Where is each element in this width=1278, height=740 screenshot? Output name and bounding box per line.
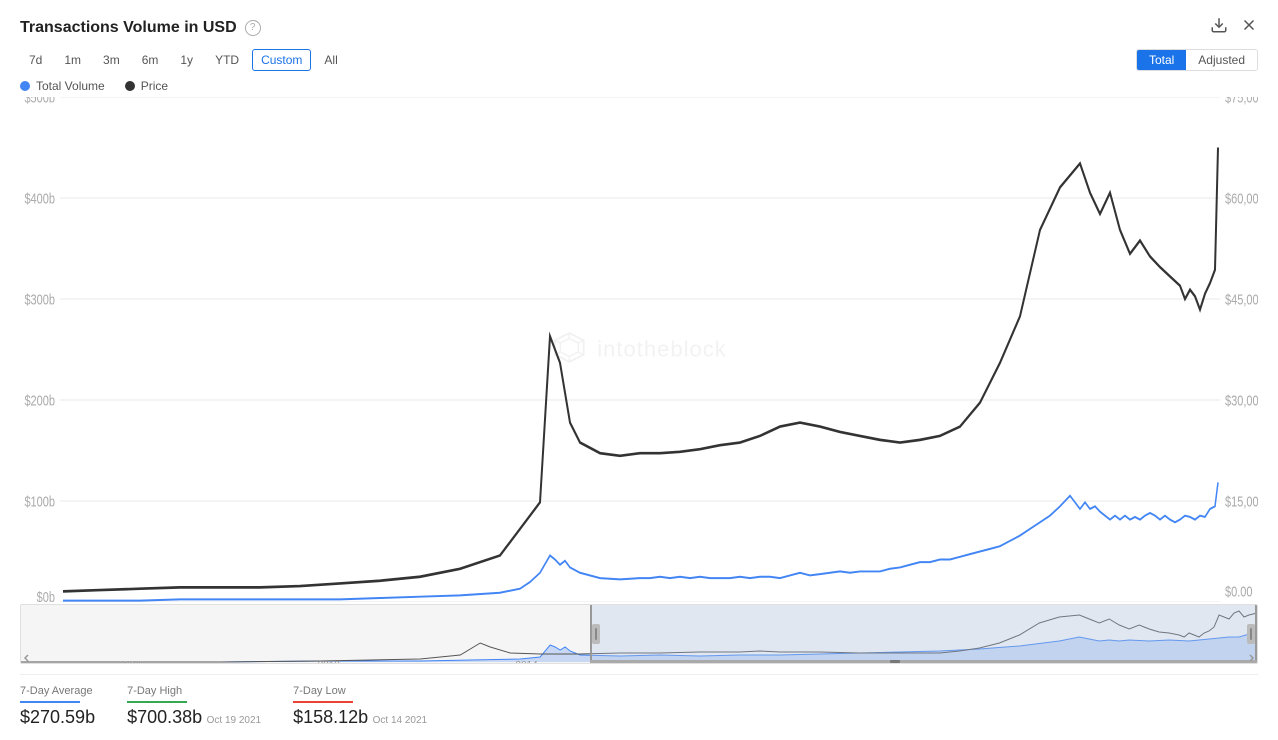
stat-high-value: $700.38b Oct 19 2021 [127, 707, 261, 728]
chart-area: intotheblock $500b $400b $300b $200b $10… [20, 97, 1258, 602]
stat-high-amount: $700.38b [127, 707, 202, 727]
filter-ytd[interactable]: YTD [206, 49, 248, 71]
stat-7day-low: 7-Day Low $158.12b Oct 14 2021 [293, 685, 427, 728]
stat-avg-label: 7-Day Average [20, 685, 95, 697]
svg-text:$0.00: $0.00 [1225, 583, 1253, 600]
svg-text:$15,000.00: $15,000.00 [1225, 493, 1258, 510]
filter-all[interactable]: All [315, 49, 346, 71]
svg-text:$500b: $500b [24, 97, 55, 106]
minimap-scrollbar[interactable] [590, 660, 1257, 663]
svg-text:$75,000.00: $75,000.00 [1225, 97, 1258, 106]
legend: Total Volume Price [20, 79, 1258, 93]
svg-text:$200b: $200b [24, 392, 55, 409]
time-filters: 7d 1m 3m 6m 1y YTD Custom All [20, 49, 347, 71]
scroll-right[interactable] [1245, 653, 1257, 663]
filter-1y[interactable]: 1y [171, 49, 202, 71]
header: Transactions Volume in USD ? [20, 16, 1258, 39]
help-icon[interactable]: ? [245, 20, 261, 36]
svg-text:$0b: $0b [37, 588, 55, 602]
view-total[interactable]: Total [1137, 50, 1186, 70]
stat-low-amount: $158.12b [293, 707, 368, 727]
svg-text:$30,000.00: $30,000.00 [1225, 392, 1258, 409]
svg-text:$60,000.00: $60,000.00 [1225, 190, 1258, 207]
minimap-scroll-handle[interactable] [890, 660, 900, 663]
stat-high-line [127, 701, 187, 703]
view-toggle: Total Adjusted [1136, 49, 1258, 71]
legend-dot-volume [20, 81, 30, 91]
main-chart: $500b $400b $300b $200b $100b $0b $75,00… [20, 97, 1258, 602]
legend-label-volume: Total Volume [36, 79, 105, 93]
filter-3m[interactable]: 3m [94, 49, 129, 71]
svg-text:$100b: $100b [24, 493, 55, 510]
title-area: Transactions Volume in USD ? [20, 19, 261, 37]
filter-1m[interactable]: 1m [55, 49, 90, 71]
stat-avg-line [20, 701, 80, 703]
filter-6m[interactable]: 6m [133, 49, 168, 71]
header-actions [1210, 16, 1258, 39]
stat-avg-value: $270.59b [20, 707, 95, 728]
filter-custom[interactable]: Custom [252, 49, 311, 71]
svg-text:$45,000.00: $45,000.00 [1225, 291, 1258, 308]
view-adjusted[interactable]: Adjusted [1186, 50, 1257, 70]
stat-7day-high: 7-Day High $700.38b Oct 19 2021 [127, 685, 261, 728]
legend-total-volume: Total Volume [20, 79, 105, 93]
legend-price: Price [125, 79, 168, 93]
stat-low-date: Oct 14 2021 [373, 715, 427, 726]
stat-low-line [293, 701, 353, 703]
page-title: Transactions Volume in USD [20, 19, 237, 37]
filter-7d[interactable]: 7d [20, 49, 51, 71]
download-button[interactable] [1210, 16, 1228, 39]
toolbar: 7d 1m 3m 6m 1y YTD Custom All Total Adju… [20, 49, 1258, 71]
stats-bar: 7-Day Average $270.59b 7-Day High $700.3… [20, 674, 1258, 728]
stat-7day-avg: 7-Day Average $270.59b [20, 685, 95, 728]
svg-text:$400b: $400b [24, 190, 55, 207]
svg-text:$300b: $300b [24, 291, 55, 308]
stat-avg-amount: $270.59b [20, 707, 95, 727]
minimap[interactable]: 2010 2012 2014 2016 2018 2020 [20, 604, 1258, 664]
minimap-left-handle[interactable] [590, 605, 602, 663]
stat-low-label: 7-Day Low [293, 685, 427, 697]
scroll-left[interactable] [21, 653, 33, 663]
stat-high-label: 7-Day High [127, 685, 261, 697]
legend-label-price: Price [141, 79, 168, 93]
stat-high-date: Oct 19 2021 [207, 715, 261, 726]
legend-dot-price [125, 81, 135, 91]
stat-low-value: $158.12b Oct 14 2021 [293, 707, 427, 728]
close-button[interactable] [1240, 16, 1258, 39]
minimap-selection[interactable] [590, 605, 1257, 663]
